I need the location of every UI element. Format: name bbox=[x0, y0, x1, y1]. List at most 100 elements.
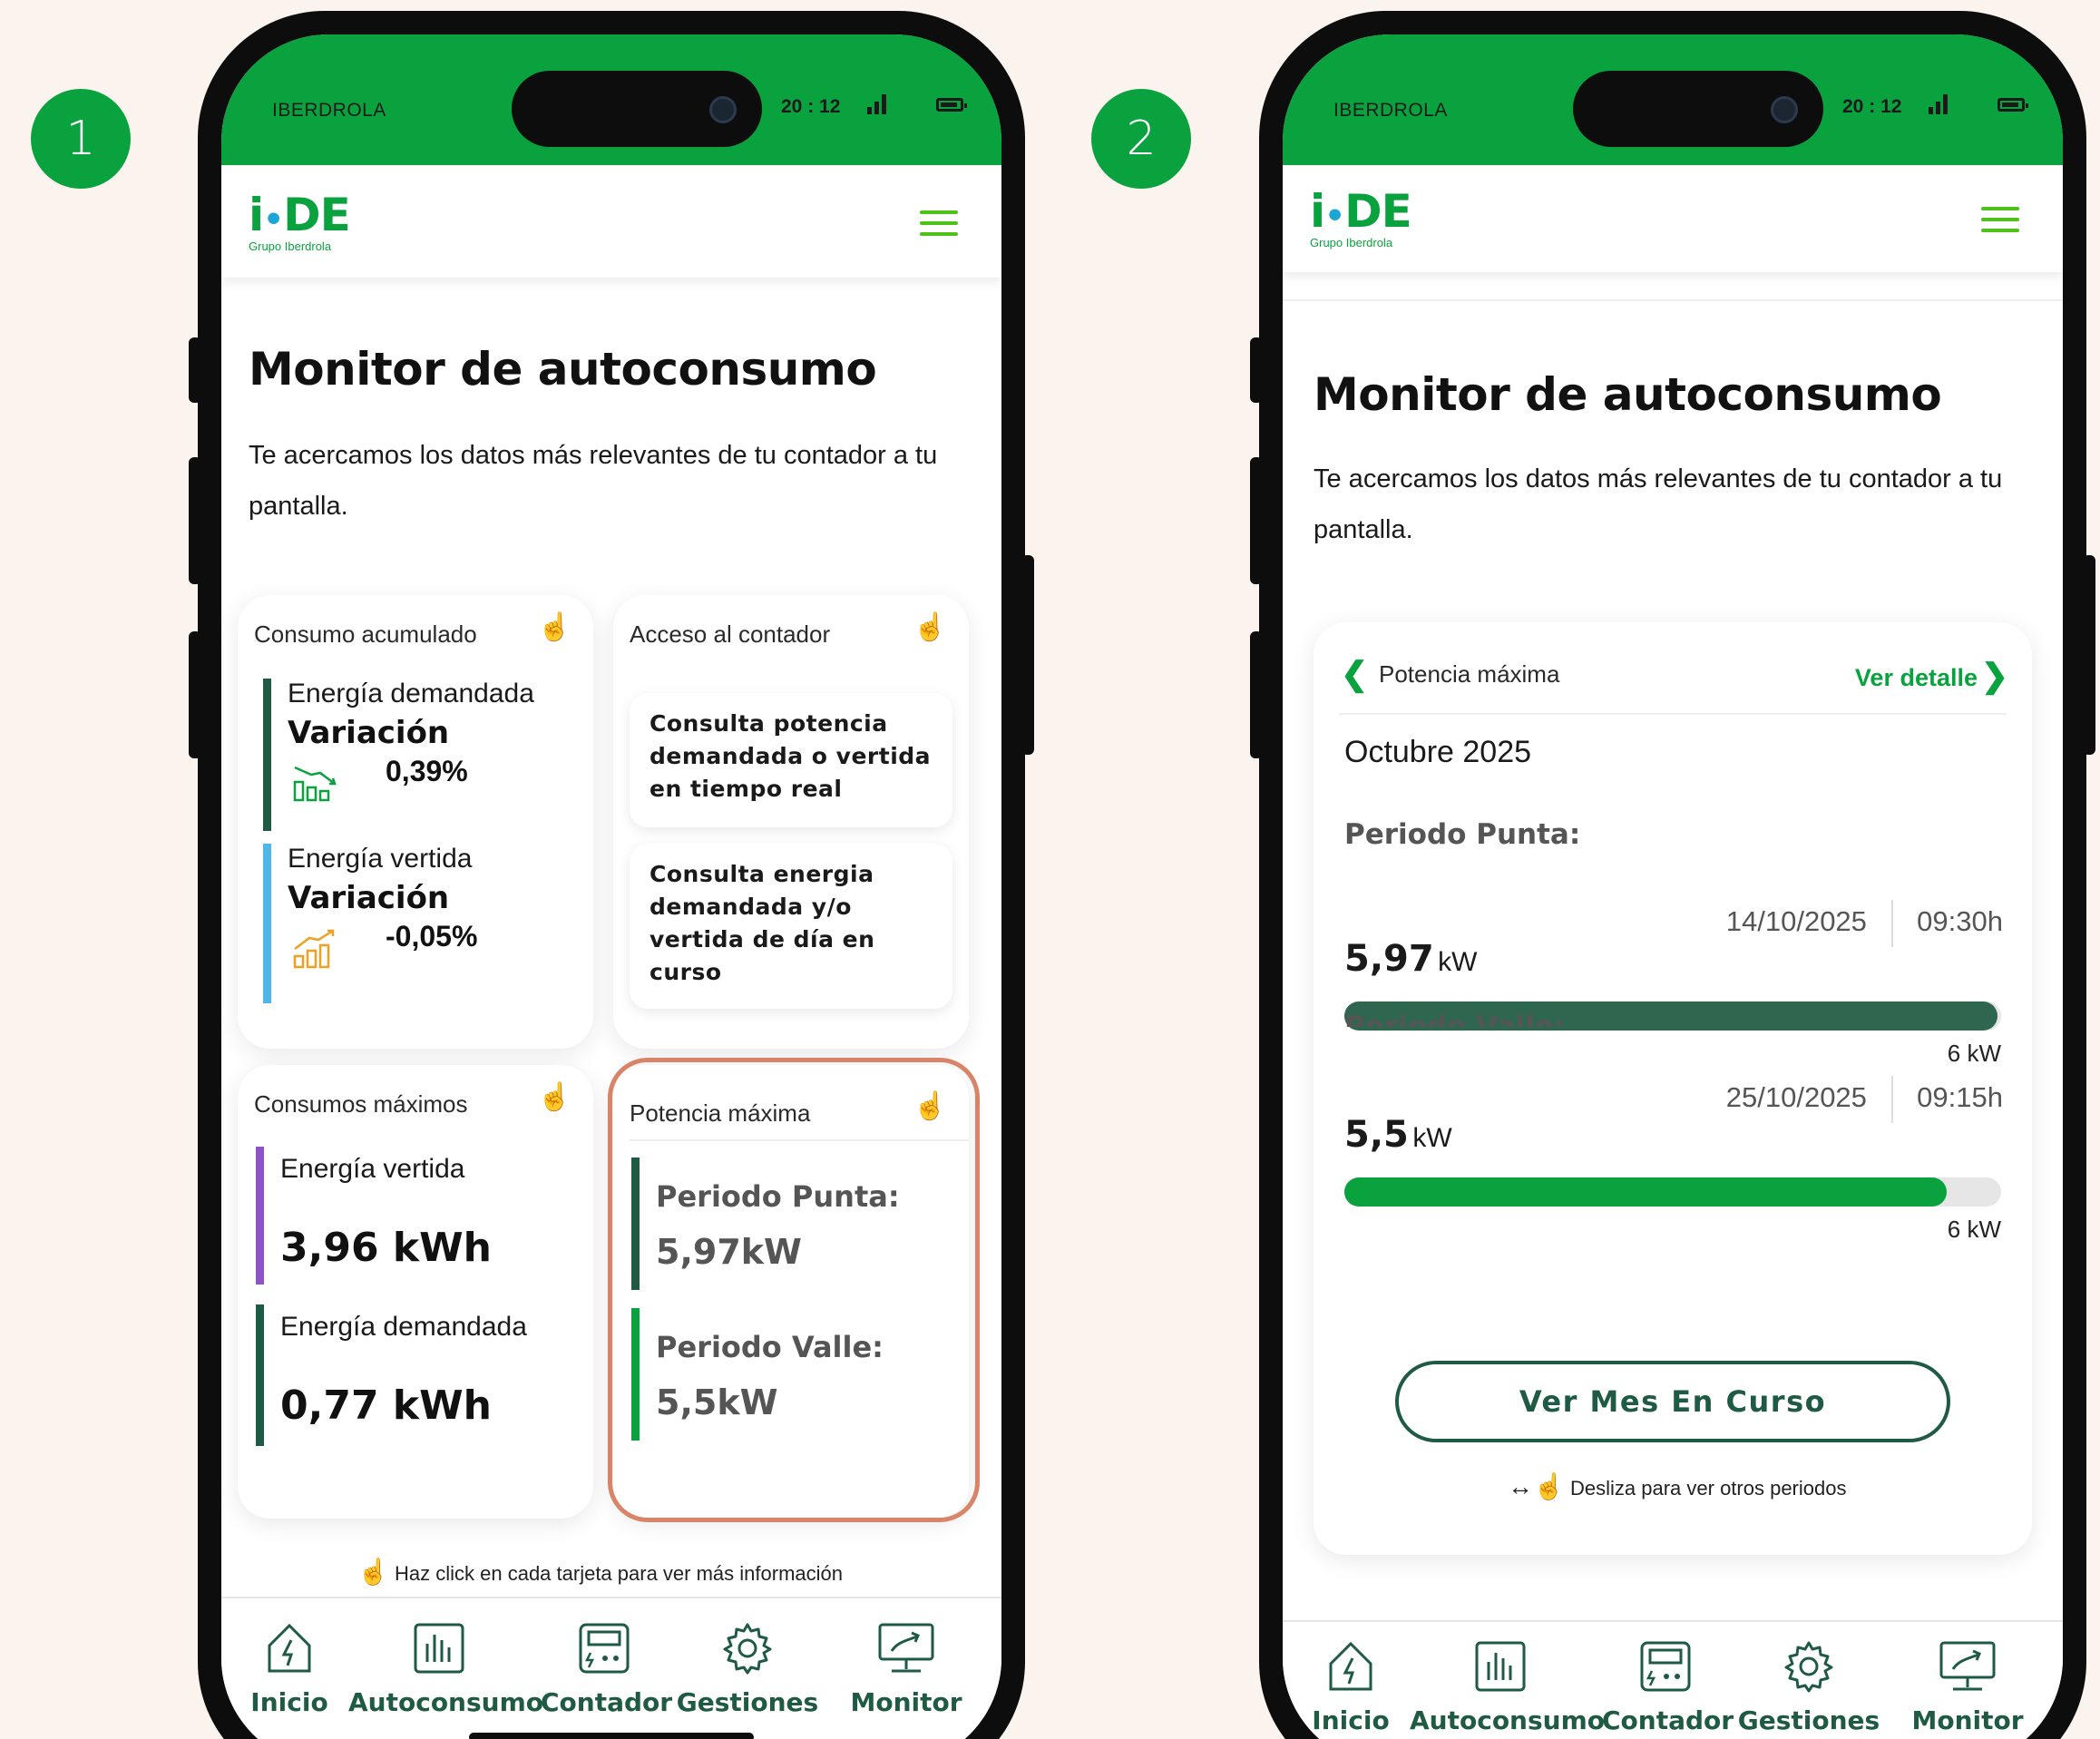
tab-monitor[interactable]: Monitor bbox=[1900, 1640, 2036, 1735]
status-bar: IBERDROLA 20 : 12 bbox=[221, 34, 1001, 165]
page-intro: Te acercamos los datos más relevantes de… bbox=[249, 441, 938, 521]
valle-datetime: 25/10/2025 09:15h bbox=[1726, 1076, 2003, 1123]
swipe-hand-icon: ↔☝ bbox=[1508, 1472, 1565, 1500]
screen-2: IBERDROLA 20 : 12 i•DE Grupo Iberdrola M… bbox=[1283, 34, 2063, 1739]
swipe-hint-text: Desliza para ver otros periodos bbox=[1570, 1477, 1847, 1500]
card-title: Consumos máximos bbox=[254, 1090, 468, 1118]
tap-hand-icon: ☝ bbox=[913, 612, 947, 642]
variation-label: Variación bbox=[288, 715, 450, 751]
tap-hint: ☝ Haz click en cada tarjeta para ver más… bbox=[357, 1557, 843, 1587]
monitor-icon bbox=[1939, 1641, 1996, 1691]
stat-label: Energía vertida bbox=[280, 1154, 465, 1184]
tab-inicio[interactable]: Inicio bbox=[1310, 1640, 1392, 1735]
tab-label: Gestiones bbox=[676, 1687, 819, 1717]
card-title: Potencia máxima bbox=[1379, 660, 1560, 688]
menu-icon[interactable] bbox=[1981, 207, 2019, 232]
logo-mark: i•DE bbox=[249, 189, 351, 241]
phone-1: IBERDROLA 20 : 12 i•DE Grupo Iberdrola M… bbox=[189, 11, 1034, 1739]
tap-hand-icon: ☝ bbox=[537, 612, 571, 642]
tab-autoconsumo[interactable]: Autoconsumo bbox=[1410, 1640, 1606, 1735]
consulta-energia-button[interactable]: Consulta energia demandada y/o vertida d… bbox=[630, 844, 952, 1009]
chevron-right-icon[interactable]: ❯ bbox=[1981, 657, 2008, 695]
swipe-hint: ↔☝ Desliza para ver otros periodos bbox=[1508, 1471, 1846, 1501]
valle-max-label: 6 kW bbox=[1947, 1216, 2001, 1243]
divider bbox=[1283, 299, 2063, 301]
valle-progress-fill bbox=[1344, 1177, 1947, 1207]
tab-autoconsumo[interactable]: Autoconsumo bbox=[348, 1622, 544, 1717]
punta-max-label: 6 kW bbox=[1947, 1040, 2001, 1067]
page-intro: Te acercamos los datos más relevantes de… bbox=[1314, 464, 2003, 544]
tap-hand-icon: ☝ bbox=[537, 1082, 571, 1112]
tab-gestiones[interactable]: Gestiones bbox=[675, 1622, 820, 1717]
volume-down-button bbox=[1250, 631, 1263, 758]
stat-value: 5,97kW bbox=[656, 1232, 802, 1272]
ver-detalle-link[interactable]: Ver detalle bbox=[1855, 664, 1978, 692]
stat-label: Energía vertida bbox=[288, 844, 473, 874]
card-acceso-contador[interactable]: Acceso al contador ☝ Consulta potencia d… bbox=[613, 595, 969, 1049]
divider bbox=[630, 1139, 969, 1141]
tab-label: Monitor bbox=[850, 1687, 962, 1717]
stat-energia-demandada: Energía demandada Variación 0,39% bbox=[263, 679, 534, 831]
gear-icon bbox=[723, 1623, 772, 1675]
card-title: Potencia máxima bbox=[630, 1099, 811, 1127]
punta-time: 09:30h bbox=[1917, 905, 2003, 938]
dynamic-island bbox=[1573, 71, 1823, 147]
power-button bbox=[2083, 555, 2095, 755]
tab-contador[interactable]: Contador bbox=[1602, 1640, 1734, 1735]
monitor-icon bbox=[878, 1623, 934, 1673]
tab-label: Autoconsumo bbox=[1410, 1705, 1606, 1735]
punta-value: 5,97 bbox=[1344, 938, 1434, 980]
stat-max-vertida: Energía vertida 3,96 kWh bbox=[256, 1147, 492, 1285]
ide-logo[interactable]: i•DE Grupo Iberdrola bbox=[249, 189, 351, 253]
chart-down-icon bbox=[293, 766, 337, 802]
month-label: Octubre 2025 bbox=[1344, 735, 1532, 769]
tab-label: Gestiones bbox=[1737, 1705, 1880, 1735]
step-badge-1: 1 bbox=[31, 89, 131, 189]
variation-value: 0,39% bbox=[386, 755, 468, 787]
chevron-left-icon[interactable]: ❮ bbox=[1341, 655, 1368, 693]
camera-icon bbox=[709, 96, 737, 123]
volume-up-button bbox=[1250, 457, 1263, 584]
tab-label: Inicio bbox=[250, 1687, 328, 1717]
punta-value-row: 5,97 kW bbox=[1344, 938, 1477, 980]
battery-icon bbox=[1997, 98, 2028, 112]
carrier-label: IBERDROLA bbox=[1333, 100, 1448, 121]
bottom-tab-bar: Inicio Autoconsumo Contador Gestiones Mo… bbox=[1283, 1620, 2063, 1739]
clock: 20 : 12 bbox=[781, 96, 841, 117]
punta-unit: kW bbox=[1438, 947, 1478, 977]
stat-periodo-punta: Periodo Punta: 5,97kW bbox=[631, 1158, 900, 1290]
potencia-maxima-detail-card: ❮ Potencia máxima Ver detalle ❯ Octubre … bbox=[1314, 622, 2032, 1555]
volume-up-button bbox=[189, 457, 201, 584]
menu-icon[interactable] bbox=[920, 210, 958, 236]
punta-date: 14/10/2025 bbox=[1725, 905, 1867, 938]
card-consumo-acumulado[interactable]: Consumo acumulado ☝ Energía demandada Va… bbox=[238, 595, 593, 1049]
home-icon bbox=[1329, 1641, 1372, 1691]
valle-date: 25/10/2025 bbox=[1725, 1081, 1867, 1114]
ide-logo[interactable]: i•DE Grupo Iberdrola bbox=[1310, 189, 1412, 249]
tab-monitor[interactable]: Monitor bbox=[838, 1622, 974, 1717]
tap-hand-icon: ☝ bbox=[913, 1091, 947, 1121]
valle-progress-track bbox=[1344, 1177, 2001, 1207]
consulta-potencia-button[interactable]: Consulta potencia demandada o vertida en… bbox=[630, 693, 952, 827]
tab-contador[interactable]: Contador bbox=[541, 1622, 672, 1717]
stat-value: 0,77 kWh bbox=[280, 1382, 492, 1429]
volume-down-button bbox=[189, 631, 201, 758]
tab-label: Autoconsumo bbox=[348, 1687, 544, 1717]
signal-icon bbox=[867, 94, 891, 114]
home-indicator[interactable] bbox=[469, 1733, 754, 1739]
periodo-punta-label: Periodo Punta: bbox=[1344, 818, 1581, 851]
side-button bbox=[1250, 337, 1263, 403]
logo-subtitle: Grupo Iberdrola bbox=[249, 239, 332, 253]
card-consumos-maximos[interactable]: Consumos máximos ☝ Energía vertida 3,96 … bbox=[238, 1065, 593, 1519]
stat-label: Energía demandada bbox=[280, 1312, 527, 1342]
tap-hint-text: Haz click en cada tarjeta para ver más i… bbox=[395, 1562, 843, 1585]
bar-chart-icon bbox=[1475, 1641, 1526, 1692]
card-potencia-maxima[interactable]: Potencia máxima ☝ Periodo Punta: 5,97kW … bbox=[608, 1058, 980, 1522]
tab-gestiones[interactable]: Gestiones bbox=[1736, 1640, 1881, 1735]
page-title: Monitor de autoconsumo bbox=[1314, 368, 1942, 421]
dynamic-island bbox=[512, 71, 762, 147]
ver-mes-en-curso-button[interactable]: Ver Mes En Curso bbox=[1395, 1361, 1950, 1442]
tab-inicio[interactable]: Inicio bbox=[249, 1622, 330, 1717]
app-header: i•DE Grupo Iberdrola bbox=[1283, 165, 2063, 272]
stat-energia-vertida: Energía vertida Variación -0,05% bbox=[263, 844, 477, 1003]
